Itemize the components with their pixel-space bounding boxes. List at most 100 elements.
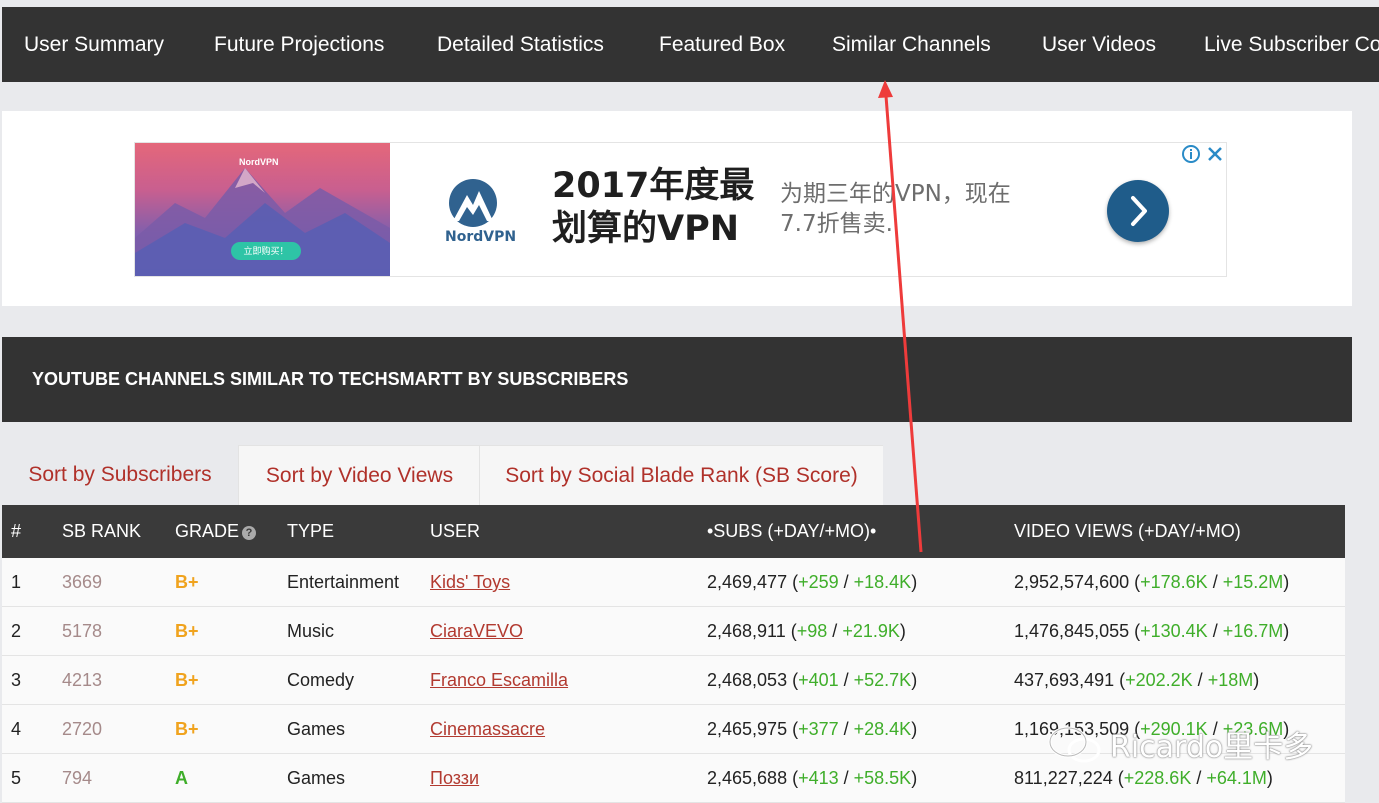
row-subs-day: +401 — [798, 670, 839, 690]
row-video-views: 811,227,224 (+228.6K / +64.1M) — [1014, 768, 1273, 788]
row-subs-month: +21.9K — [842, 621, 900, 641]
row-subs-total: 2,469,477 — [707, 572, 788, 592]
tab-sort-by-video-views[interactable]: Sort by Video Views — [238, 445, 480, 506]
row-subs-month: +18.4K — [853, 572, 912, 592]
ad-subtext-line-2: 7.7折售卖. — [780, 211, 893, 237]
nordvpn-logo: NordVPN — [443, 177, 516, 247]
row-grade: B+ — [175, 670, 199, 690]
ad-mountain-image[interactable]: NordVPN 立即购买！ — [135, 143, 390, 276]
row-views-total: 811,227,224 — [1014, 768, 1113, 788]
row-views-total: 2,952,574,600 — [1014, 572, 1130, 592]
help-icon[interactable]: ? — [242, 526, 257, 540]
row-user-link[interactable]: Cinemassacre — [430, 719, 545, 739]
row-type: Entertainment — [287, 572, 400, 592]
table-row: 4 2720 B+ Games Cinemassacre 2,465,975 (+377 … — [2, 705, 1345, 754]
row-subs-day: +377 — [798, 719, 839, 739]
row-sb-rank: 4213 — [62, 670, 103, 690]
nav-item-detailed-statistics[interactable]: Detailed Statistics — [437, 7, 604, 82]
row-video-views: 1,476,845,055 (+130.4K / +16.7M) — [1014, 621, 1290, 641]
row-views-month: +23.6M — [1222, 719, 1284, 739]
row-sb-rank: 5178 — [62, 621, 103, 641]
table-row: 5 794 A Games Поззи 2,465,688 (+413 / +58.5K)… — [2, 754, 1345, 803]
ad-banner[interactable]: NordVPN 立即购买！ NordVPN 2017年度最 划算的VPN 为期三… — [134, 142, 1227, 277]
ad-headline-line-2: 划算的VPN — [552, 209, 740, 249]
table-header: # SB RANK GRADE? TYPE USER •SUBS (+DAY/+… — [2, 505, 1345, 558]
row-subs-total: 2,468,053 — [707, 670, 788, 690]
row-views-day: +228.6K — [1123, 768, 1192, 788]
row-subs-day: +259 — [798, 572, 839, 592]
row-subs: 2,469,477 (+259 / +18.4K) — [707, 572, 918, 592]
row-views-month: +15.2M — [1222, 572, 1284, 592]
row-views-total: 437,693,491 — [1014, 670, 1115, 690]
row-type: Music — [287, 621, 335, 641]
ad-next-button[interactable] — [1107, 180, 1169, 242]
row-views-month: +64.1M — [1206, 768, 1267, 788]
row-num: 4 — [11, 719, 22, 739]
top-nav: User Summary Future Projections Detailed… — [2, 7, 1379, 82]
row-subs-month: +28.4K — [853, 719, 912, 739]
ad-image-brand: NordVPN — [239, 157, 279, 167]
row-views-month: +18M — [1207, 670, 1254, 690]
row-grade: B+ — [175, 621, 199, 641]
col-header-grade-label: GRADE — [175, 521, 240, 541]
ad-headline-line-1: 2017年度最 — [552, 166, 755, 206]
col-header-num: # — [11, 521, 22, 541]
row-sb-rank: 3669 — [62, 572, 103, 592]
row-num: 1 — [11, 572, 22, 592]
row-type: Games — [287, 768, 346, 788]
row-subs-total: 2,465,975 — [707, 719, 788, 739]
row-type: Comedy — [287, 670, 355, 690]
row-subs: 2,468,911 (+98 / +21.9K) — [707, 621, 906, 641]
row-subs: 2,465,688 (+413 / +58.5K) — [707, 768, 918, 788]
row-video-views: 437,693,491 (+202.2K / +18M) — [1014, 670, 1260, 690]
tab-sort-by-sb-rank[interactable]: Sort by Social Blade Rank (SB Score) — [479, 445, 883, 506]
row-views-day: +178.6K — [1140, 572, 1208, 592]
col-header-type[interactable]: TYPE — [287, 505, 334, 558]
row-user-link[interactable]: Поззи — [430, 768, 479, 788]
row-subs-total: 2,468,911 — [707, 621, 786, 641]
row-subs-total: 2,465,688 — [707, 768, 788, 788]
row-type: Games — [287, 719, 346, 739]
ad-headline: 2017年度最 划算的VPN — [552, 165, 762, 251]
row-views-total: 1,476,845,055 — [1014, 621, 1130, 641]
table-row: 2 5178 B+ Music CiaraVEVO 2,468,911 (+98 / +2… — [2, 607, 1345, 656]
info-icon[interactable] — [1181, 144, 1201, 164]
col-header-grade[interactable]: GRADE? — [175, 505, 257, 558]
nav-item-live-subscriber-count[interactable]: Live Subscriber Co — [1204, 7, 1379, 82]
section-header: YOUTUBE CHANNELS SIMILAR TO TECHSMARTT B… — [2, 337, 1352, 422]
ad-subtext: 为期三年的VPN，现在 7.7折售卖. — [780, 179, 1060, 239]
table-row: 1 3669 B+ Entertainment Kids' Toys 2,469,477 … — [2, 558, 1345, 607]
nav-item-user-videos[interactable]: User Videos — [1042, 7, 1156, 82]
nav-item-user-summary[interactable]: User Summary — [24, 7, 164, 82]
close-icon[interactable] — [1205, 144, 1225, 164]
row-num: 2 — [11, 621, 22, 641]
nav-item-featured-box[interactable]: Featured Box — [659, 7, 785, 82]
row-grade: A — [175, 768, 188, 788]
col-header-video-views[interactable]: VIDEO VIEWS (+DAY/+MO) — [1014, 505, 1241, 558]
col-header-sb-rank[interactable]: SB RANK — [62, 505, 141, 558]
section-title: YOUTUBE CHANNELS SIMILAR TO TECHSMARTT B… — [32, 369, 629, 389]
row-video-views: 2,952,574,600 (+178.6K / +15.2M) — [1014, 572, 1290, 592]
row-subs-day: +98 — [796, 621, 828, 641]
nordvpn-mountain-icon — [449, 179, 497, 227]
row-user-link[interactable]: Franco Escamilla — [430, 670, 568, 690]
row-views-total: 1,169,153,509 — [1014, 719, 1130, 739]
nordvpn-logo-word: NordVPN — [445, 229, 517, 245]
row-num: 5 — [11, 768, 22, 788]
chevron-right-icon — [1131, 196, 1147, 226]
nav-item-similar-channels[interactable]: Similar Channels — [832, 7, 991, 82]
row-sb-rank: 794 — [62, 768, 93, 788]
row-views-day: +202.2K — [1125, 670, 1193, 690]
nav-item-future-projections[interactable]: Future Projections — [214, 7, 384, 82]
row-user-link[interactable]: CiaraVEVO — [430, 621, 523, 641]
row-grade: B+ — [175, 572, 199, 592]
ad-panel: NordVPN 立即购买！ NordVPN 2017年度最 划算的VPN 为期三… — [2, 111, 1352, 306]
tab-sort-by-subscribers[interactable]: Sort by Subscribers — [2, 445, 238, 505]
row-views-month: +16.7M — [1222, 621, 1284, 641]
table-row: 3 4213 B+ Comedy Franco Escamilla 2,468,053 (… — [2, 656, 1345, 705]
ad-image-cta-button[interactable]: 立即购买！ — [231, 242, 301, 260]
row-views-day: +130.4K — [1140, 621, 1208, 641]
row-user-link[interactable]: Kids' Toys — [430, 572, 510, 592]
col-header-subs[interactable]: •SUBS (+DAY/+MO)• — [707, 505, 876, 558]
col-header-user[interactable]: USER — [430, 505, 480, 558]
